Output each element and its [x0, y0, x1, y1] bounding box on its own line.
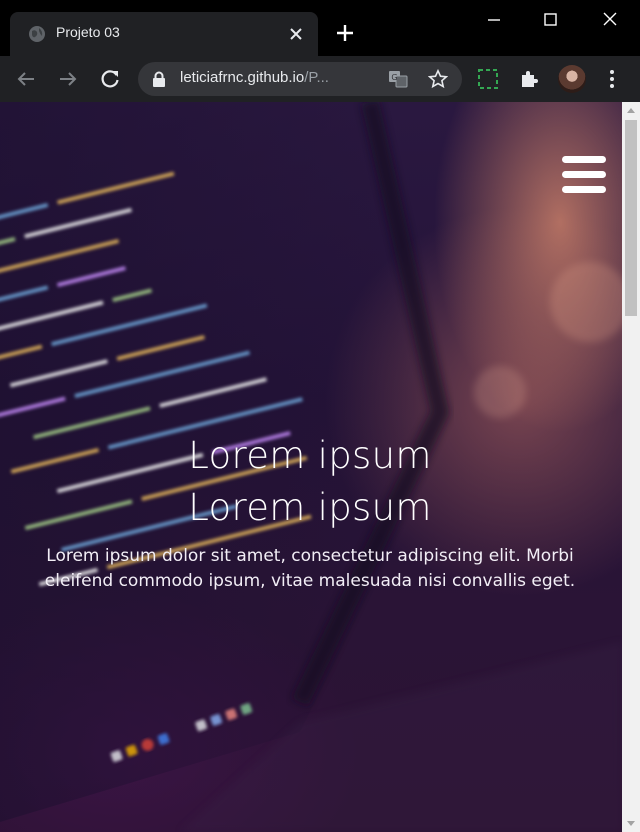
hero-description: Lorem ipsum dolor sit amet, consectetur …	[44, 546, 576, 591]
reload-icon[interactable]	[98, 67, 122, 91]
svg-text:G: G	[391, 73, 397, 82]
url-host: leticiafrnc.github.io	[180, 69, 305, 86]
more-vertical-icon[interactable]	[602, 68, 622, 90]
arrow-right-icon[interactable]	[56, 67, 80, 91]
plus-icon[interactable]	[334, 22, 356, 44]
lock-icon[interactable]	[152, 71, 166, 87]
puzzle-icon[interactable]	[518, 67, 542, 91]
maximize-icon[interactable]	[538, 8, 562, 32]
scroll-up-arrow-icon[interactable]	[627, 108, 635, 113]
scrollbar-thumb[interactable]	[625, 120, 637, 316]
close-icon[interactable]	[288, 26, 304, 42]
hero-title: Lorem ipsum Lorem ipsum	[0, 430, 620, 534]
page-viewport: Lorem ipsum Lorem ipsum Lorem ipsum dolo…	[0, 102, 622, 832]
hero-title-line-1: Lorem ipsum	[188, 434, 432, 477]
window-close-icon[interactable]	[598, 8, 622, 32]
arrow-left-icon[interactable]	[14, 67, 38, 91]
translate-icon[interactable]: G	[388, 70, 408, 88]
hero-title-line-2: Lorem ipsum	[188, 486, 432, 529]
avatar[interactable]	[558, 65, 586, 93]
hamburger-menu-icon[interactable]	[562, 156, 606, 194]
browser-tab[interactable]: Projeto 03	[10, 12, 318, 56]
scroll-down-arrow-icon[interactable]	[627, 821, 635, 826]
browser-toolbar: leticiafrnc.github.io/P... G	[0, 56, 640, 102]
minimize-icon[interactable]	[482, 8, 506, 32]
url-text: leticiafrnc.github.io/P...	[180, 69, 329, 86]
address-bar[interactable]: leticiafrnc.github.io/P... G	[138, 62, 462, 96]
browser-titlebar: Projeto 03	[0, 0, 640, 56]
page-scrollbar[interactable]	[622, 102, 640, 832]
extension-icon[interactable]	[476, 67, 500, 91]
url-path: /P...	[304, 69, 329, 86]
star-icon[interactable]	[428, 69, 448, 89]
tab-title: Projeto 03	[56, 24, 120, 40]
globe-icon	[29, 26, 45, 42]
